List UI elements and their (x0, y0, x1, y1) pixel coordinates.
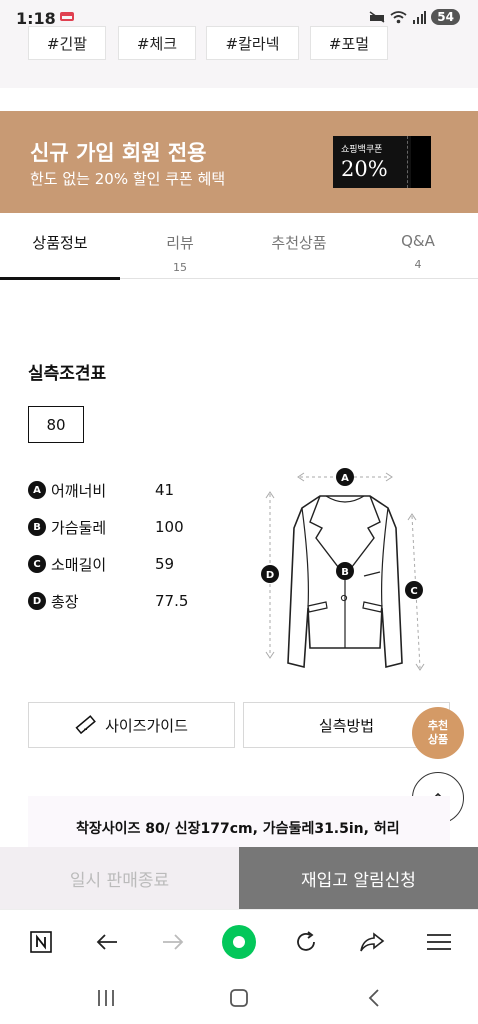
tab-recommended[interactable]: 추천상품 (239, 213, 359, 279)
sold-out-button[interactable]: 일시 판매종료 (0, 847, 239, 909)
recent-apps-button[interactable] (91, 985, 121, 1011)
fit-info-text: 착장사이즈 80/ 신장177cm, 가슴둘레31.5in, 허리 (76, 821, 400, 837)
refresh-button[interactable] (288, 924, 324, 960)
arrow-left-icon (96, 934, 117, 950)
restock-alert-button[interactable]: 재입고 알림신청 (239, 847, 478, 909)
browser-toolbar (0, 909, 478, 973)
recent-apps-icon (98, 990, 114, 1006)
coupon-divider (407, 136, 408, 188)
diagram-badge-c: C (410, 586, 417, 597)
promo-subtitle: 한도 없는 20% 할인 쿠폰 혜택 (30, 170, 226, 188)
measure-label: 소매길이 (51, 555, 107, 574)
signal-icon (413, 10, 427, 24)
silent-icon (369, 11, 385, 23)
active-tab-indicator (0, 277, 120, 280)
measure-badge: D (28, 592, 46, 610)
tab-qna[interactable]: Q&A 4 (358, 213, 478, 279)
hashtag-chip[interactable]: #칼라넥 (206, 26, 299, 60)
green-dot-button[interactable] (221, 924, 257, 960)
size-guide-label: 사이즈가이드 (105, 716, 188, 735)
reco-label-line2: 상품 (427, 733, 449, 746)
notification-icon (60, 12, 74, 21)
tab-label: 추천상품 (271, 234, 327, 252)
naver-n-icon (30, 931, 52, 953)
measure-value: 100 (155, 518, 184, 536)
size-guide-button[interactable]: 사이즈가이드 (28, 702, 235, 748)
tab-count: 4 (414, 258, 422, 271)
measure-value: 77.5 (155, 592, 189, 610)
status-icons: 54 (369, 9, 460, 25)
recommended-products-fab[interactable]: 추천 상품 (412, 707, 464, 759)
green-dot-icon (222, 925, 256, 959)
system-navigation-bar (0, 973, 478, 1024)
promo-title: 신규 가입 회원 전용 (30, 141, 207, 165)
arrow-right-icon (163, 934, 184, 950)
measure-label: 총장 (51, 592, 79, 611)
forward-button[interactable] (155, 924, 191, 960)
tab-label: 리뷰 (166, 234, 194, 252)
hashtag-strip: #긴팔 #체크 #칼라넥 #포멀 (0, 26, 478, 88)
chevron-left-icon (368, 989, 379, 1007)
ruler-icon (75, 715, 96, 735)
hashtag-chip[interactable]: #긴팔 (28, 26, 106, 60)
product-tabs: 상품정보 리뷰 15 추천상품 Q&A 4 (0, 213, 478, 280)
measure-badge: A (28, 481, 46, 499)
wifi-icon (390, 10, 407, 23)
diagram-badge-d: D (266, 570, 274, 581)
home-icon (230, 989, 248, 1007)
tab-count: 15 (173, 261, 187, 274)
measure-method-label: 실측방법 (318, 716, 375, 735)
home-button[interactable] (224, 985, 254, 1011)
menu-button[interactable] (421, 924, 457, 960)
naver-home-button[interactable] (23, 924, 59, 960)
jacket-measurement-diagram: A B C D (261, 468, 425, 671)
system-back-button[interactable] (359, 985, 389, 1011)
tab-label: 상품정보 (32, 234, 88, 252)
tab-reviews[interactable]: 리뷰 15 (120, 213, 240, 279)
measure-value: 41 (155, 481, 175, 499)
coupon-value: 20% (341, 157, 388, 181)
hamburger-menu-icon (427, 934, 451, 950)
measure-badge: B (28, 518, 46, 536)
coupon-graphic: 쇼핑백쿠폰 20% (333, 136, 431, 188)
diagram-badge-a: A (341, 473, 349, 484)
share-button[interactable] (354, 924, 390, 960)
hashtag-chip[interactable]: #포멀 (310, 26, 388, 60)
page: 1:18 54 #긴팔 #체크 #칼라넥 #포멀 신규 가입 회원 전용 한도 … (0, 0, 478, 1024)
coupon-stub (411, 136, 431, 188)
measurement-row: D 총장 77.5 (28, 589, 188, 613)
tab-product-info[interactable]: 상품정보 (0, 213, 120, 280)
measurement-row: A 어깨너비 41 (28, 478, 174, 502)
size-chart-title: 실측조견표 (28, 364, 107, 384)
measurement-row: B 가슴둘레 100 (28, 515, 184, 539)
signup-promo-banner[interactable]: 신규 가입 회원 전용 한도 없는 20% 할인 쿠폰 혜택 쇼핑백쿠폰 20% (0, 111, 478, 213)
measure-label: 가슴둘레 (51, 518, 107, 537)
share-icon (360, 932, 385, 952)
tab-label: Q&A (401, 232, 435, 250)
back-button[interactable] (89, 924, 125, 960)
diagram-badge-b: B (341, 567, 349, 578)
measurement-row: C 소매길이 59 (28, 552, 174, 576)
hashtag-chip[interactable]: #체크 (118, 26, 196, 60)
measure-label: 어깨너비 (51, 481, 107, 500)
refresh-icon (297, 931, 315, 951)
battery-icon: 54 (431, 9, 460, 25)
size-option-chip[interactable]: 80 (28, 406, 84, 443)
measure-badge: C (28, 555, 46, 573)
measure-value: 59 (155, 555, 175, 573)
coupon-label: 쇼핑백쿠폰 (341, 145, 383, 155)
reco-label-line1: 추천 (427, 719, 449, 732)
